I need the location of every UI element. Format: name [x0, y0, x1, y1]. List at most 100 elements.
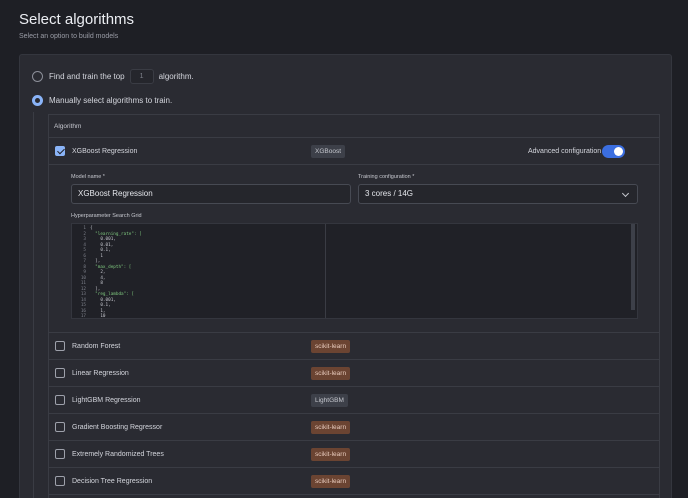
line-number: 4: [83, 242, 86, 248]
table-row: Decision Tree Regression scikit-learn: [49, 468, 659, 495]
line-number: 14: [80, 297, 86, 303]
code-line: 8 "max_depth": [: [72, 265, 131, 270]
radio-top-n[interactable]: [32, 71, 43, 82]
hyperparameter-editor[interactable]: 1{2 "learning_rate": [3 0.001, 4 0.01, 5 0…: [71, 223, 638, 319]
gradient-boosting-checkbox[interactable]: [55, 422, 65, 432]
code-line: 10 4,: [72, 276, 106, 281]
line-number: 1: [83, 226, 86, 231]
table-header: Algorithm: [49, 115, 659, 138]
top-n-suffix: algorithm.: [158, 72, 194, 81]
algorithm-name: Extremely Randomized Trees: [72, 450, 164, 458]
line-number: 11: [80, 281, 86, 286]
code-text: ],: [90, 259, 101, 264]
line-number: 6: [83, 253, 86, 259]
xgboost-config-panel: Model name * XGBoost Regression Training…: [49, 165, 659, 333]
library-badge: LightGBM: [311, 393, 348, 407]
table-row: Random Forest scikit-learn: [49, 333, 659, 360]
code-text: 4,: [90, 275, 106, 281]
algorithm-name: XGBoost Regression: [72, 147, 138, 155]
code-text: 0.001,: [90, 297, 116, 303]
hyperparameter-grid-label: Hyperparameter Search Grid: [71, 213, 142, 219]
library-badge: XGBoost: [311, 144, 346, 158]
training-config-select[interactable]: 3 cores / 14G: [358, 184, 638, 204]
line-number: 12: [80, 286, 86, 292]
code-line: 16 1,: [72, 309, 106, 314]
model-name-input[interactable]: XGBoost Regression: [71, 184, 351, 204]
code-line: 9 2,: [72, 270, 106, 275]
code-line: 2 "learning_rate": [: [72, 231, 142, 237]
random-forest-checkbox[interactable]: [55, 341, 65, 351]
code-line: 3 0.001,: [72, 237, 115, 242]
line-number: 13: [80, 292, 86, 297]
algorithm-name: Linear Regression: [72, 369, 129, 377]
code-line: 13 "reg_lambda": [: [72, 292, 134, 297]
code-text: 0.1,: [90, 303, 111, 308]
radio-manual[interactable]: [32, 95, 43, 106]
algorithm-name: Gradient Boosting Regressor: [72, 423, 163, 431]
library-badge: scikit-learn: [311, 447, 351, 461]
code-line: 11 8: [72, 281, 103, 286]
code-text: "max_depth": [: [90, 264, 132, 270]
model-name-label: Model name *: [71, 174, 105, 180]
code-text: 2,: [90, 270, 106, 275]
code-text: 8: [90, 281, 103, 286]
code-text: "reg_lambda": [: [90, 292, 134, 297]
line-number: 10: [80, 275, 86, 281]
top-n-input[interactable]: 1: [129, 69, 154, 84]
code-line: 14 0.001,: [72, 298, 116, 303]
line-number: 8: [83, 264, 86, 270]
code-text: ],: [90, 286, 101, 292]
code-line: 17 10: [72, 314, 106, 319]
advanced-config-label: Advanced configuration: [528, 147, 602, 155]
xgboost-checkbox[interactable]: [55, 146, 65, 156]
code-line: 7 ],: [72, 259, 100, 264]
code-text: 0.1,: [90, 248, 111, 253]
option-top-n[interactable]: Find and train the top 1 algorithm.: [32, 69, 194, 84]
table-row: Linear Regression scikit-learn: [49, 360, 659, 387]
page-title: Select algorithms: [19, 11, 135, 28]
code-text: 0.01,: [90, 242, 114, 248]
library-badge: scikit-learn: [311, 366, 351, 380]
tree-indent-line: [33, 112, 34, 498]
advanced-config-toggle[interactable]: [602, 144, 625, 158]
line-number: 3: [83, 237, 86, 242]
option-manual[interactable]: Manually select algorithms to train.: [32, 95, 172, 106]
training-config-label: Training configuration *: [358, 174, 415, 180]
line-number: 7: [83, 259, 86, 264]
line-number: 2: [83, 231, 86, 237]
chevron-down-icon: [621, 189, 630, 198]
decision-tree-checkbox[interactable]: [55, 476, 65, 486]
code-text: 1,: [90, 308, 106, 314]
code-text: 1: [90, 253, 103, 259]
algorithm-table: Algorithm XGBoost Regression XGBoost Adv…: [48, 114, 660, 498]
code-line: 12 ],: [72, 286, 101, 292]
table-row: Gradient Boosting Regressor scikit-learn: [49, 414, 659, 441]
code-text: 10: [90, 314, 106, 319]
code-text: {: [90, 226, 93, 231]
line-number: 16: [80, 308, 86, 314]
line-number: 15: [80, 303, 86, 308]
lightgbm-checkbox[interactable]: [55, 395, 65, 405]
code-line: 5 0.1,: [72, 248, 111, 253]
library-badge: scikit-learn: [311, 474, 351, 488]
top-n-prefix: Find and train the top: [49, 72, 125, 81]
code-line: 6 1: [72, 254, 103, 259]
page-subtitle: Select an option to build models: [19, 33, 119, 40]
code-text: "learning_rate": [: [90, 231, 142, 237]
algorithm-name: Random Forest: [72, 342, 121, 350]
line-number: 17: [80, 314, 86, 319]
editor-scrollbar[interactable]: [631, 224, 635, 310]
table-row: Extremely Randomized Trees scikit-learn: [49, 441, 659, 468]
line-number: 9: [83, 270, 86, 275]
extra-trees-checkbox[interactable]: [55, 449, 65, 459]
code-line: 1{: [72, 226, 93, 231]
code-line: 15 0.1,: [72, 303, 111, 308]
algorithm-name: Decision Tree Regression: [72, 477, 153, 485]
library-badge: scikit-learn: [311, 339, 351, 353]
editor-divider: [325, 224, 326, 318]
code-line: 4 0.01,: [72, 243, 113, 248]
library-badge: scikit-learn: [311, 420, 351, 434]
training-config-value: 3 cores / 14G: [365, 189, 414, 198]
line-number: 5: [83, 248, 86, 253]
linear-regression-checkbox[interactable]: [55, 368, 65, 378]
